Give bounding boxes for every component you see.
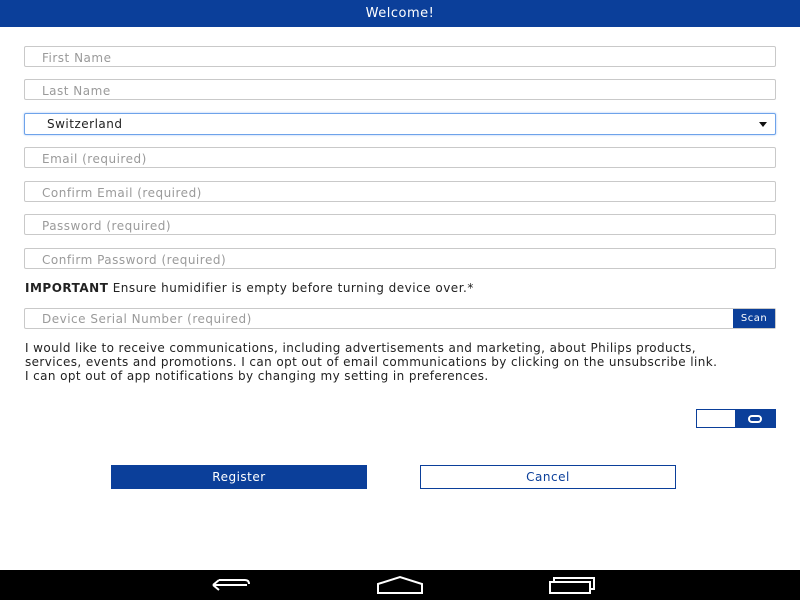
title-bar: Welcome! [0,0,800,27]
register-button[interactable]: Register [111,465,367,489]
page-title: Welcome! [365,6,435,21]
password-input[interactable] [25,216,775,236]
last-name-input[interactable] [25,81,775,101]
country-select[interactable]: Switzerland [24,113,776,135]
scan-button[interactable]: Scan [733,309,775,328]
system-nav-bar [0,570,800,600]
important-label: IMPORTANT [25,281,109,295]
serial-number-field[interactable]: Scan [24,308,776,329]
dropdown-caret-icon [759,121,767,127]
email-field[interactable] [24,147,776,169]
important-text: Ensure humidifier is empty before turnin… [108,281,474,295]
confirm-email-field[interactable] [24,181,776,203]
toggle-knob [735,410,775,427]
toggle-track [697,410,735,427]
country-select-value: Switzerland [47,117,123,131]
important-notice: IMPORTANT Ensure humidifier is empty bef… [25,281,474,295]
serial-number-input[interactable] [25,309,733,328]
last-name-field[interactable] [24,79,776,101]
consent-toggle[interactable] [696,409,776,428]
confirm-email-input[interactable] [25,183,775,203]
consent-text: I would like to receive communications, … [25,341,718,383]
home-icon[interactable] [376,575,424,599]
password-field[interactable] [24,214,776,236]
recent-apps-icon[interactable] [548,575,596,599]
back-icon[interactable] [205,575,253,599]
confirm-password-input[interactable] [25,250,775,270]
toggle-off-icon [748,414,762,423]
email-input[interactable] [25,149,775,169]
cancel-button[interactable]: Cancel [420,465,676,489]
confirm-password-field[interactable] [24,248,776,270]
first-name-input[interactable] [25,48,775,68]
first-name-field[interactable] [24,46,776,68]
